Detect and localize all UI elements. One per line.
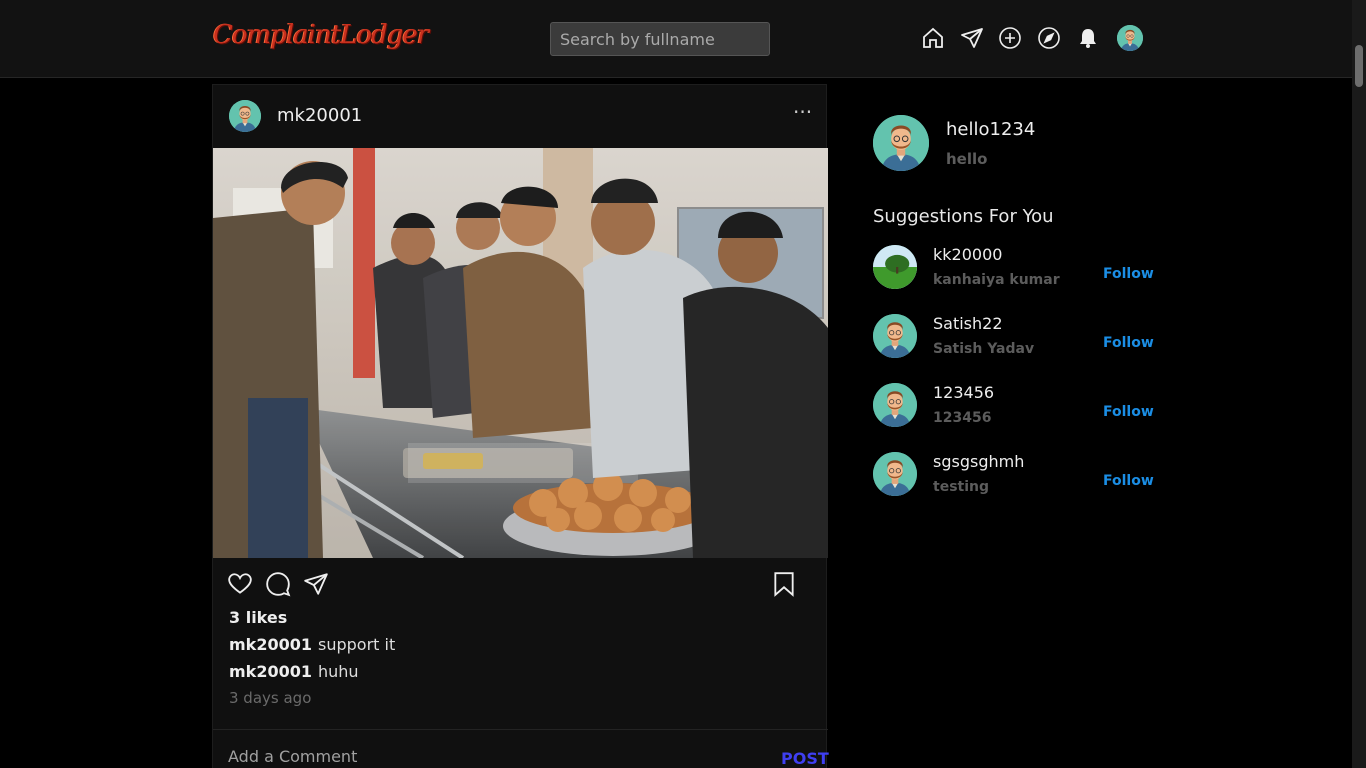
current-user-username[interactable]: hello1234 — [946, 119, 1035, 140]
like-icon[interactable] — [227, 571, 253, 597]
comment-item: mk20001 support it — [229, 635, 395, 654]
current-user-avatar[interactable] — [873, 115, 929, 171]
send-icon[interactable] — [959, 24, 985, 52]
suggestion-fullname: kanhaiya kumar — [933, 272, 1060, 288]
follow-button[interactable]: Follow — [1103, 266, 1154, 282]
comment-item: mk20001 huhu — [229, 662, 359, 681]
suggestion-item: kk20000 kanhaiya kumar Follow — [873, 245, 1154, 295]
comment-text: huhu — [317, 662, 359, 681]
post-image[interactable] — [213, 148, 828, 558]
share-icon[interactable] — [303, 571, 329, 597]
comment-icon[interactable] — [265, 571, 291, 597]
app-logo[interactable]: ComplaintLodger — [213, 20, 429, 50]
compass-icon[interactable] — [1036, 24, 1062, 52]
post-author-username[interactable]: mk20001 — [277, 105, 362, 126]
comment-text: support it — [317, 635, 396, 654]
suggestion-item: sgsgsghmh testing Follow — [873, 452, 1154, 502]
suggestion-username[interactable]: sgsgsghmh — [933, 452, 1024, 471]
suggestion-fullname: Satish Yadav — [933, 341, 1035, 357]
suggestion-username[interactable]: 123456 — [933, 383, 994, 402]
comment-input[interactable] — [228, 744, 728, 768]
suggestion-username[interactable]: kk20000 — [933, 245, 1002, 264]
search-input[interactable] — [550, 22, 770, 56]
suggestion-item: 123456 123456 Follow — [873, 383, 1154, 433]
suggestion-avatar[interactable] — [873, 452, 917, 496]
suggestion-fullname: 123456 — [933, 410, 992, 426]
suggestion-username[interactable]: Satish22 — [933, 314, 1003, 333]
likes-count[interactable]: 3 likes — [229, 608, 287, 627]
comment-author[interactable]: mk20001 — [229, 635, 312, 654]
suggestion-avatar[interactable] — [873, 314, 917, 358]
post-author-avatar[interactable] — [229, 100, 261, 132]
post-comment-button[interactable]: POST — [781, 749, 829, 768]
suggestion-item: Satish22 Satish Yadav Follow — [873, 314, 1154, 364]
suggestion-avatar[interactable] — [873, 245, 917, 289]
plus-circle-icon[interactable] — [997, 24, 1023, 52]
suggestion-fullname: testing — [933, 479, 989, 495]
comment-author[interactable]: mk20001 — [229, 662, 312, 681]
scrollbar-thumb[interactable] — [1355, 45, 1363, 87]
current-user-fullname: hello — [946, 150, 988, 168]
add-comment-bar: POST — [213, 729, 829, 768]
home-icon[interactable] — [920, 24, 946, 52]
bookmark-icon[interactable] — [771, 571, 797, 597]
scrollbar[interactable] — [1352, 0, 1366, 768]
top-bar: ComplaintLodger — [0, 0, 1352, 78]
follow-button[interactable]: Follow — [1103, 335, 1154, 351]
current-user-card — [873, 115, 929, 175]
profile-avatar[interactable] — [1117, 25, 1143, 51]
bell-icon[interactable] — [1075, 24, 1101, 52]
suggestions-title: Suggestions For You — [873, 206, 1054, 227]
more-options-icon[interactable]: ··· — [793, 102, 813, 125]
post-header: mk20001 ··· — [213, 85, 828, 148]
suggestion-avatar[interactable] — [873, 383, 917, 427]
post-card: mk20001 ··· 3 likes mk20001 support it m… — [212, 84, 829, 768]
follow-button[interactable]: Follow — [1103, 473, 1154, 489]
post-timestamp: 3 days ago — [229, 689, 312, 707]
follow-button[interactable]: Follow — [1103, 404, 1154, 420]
